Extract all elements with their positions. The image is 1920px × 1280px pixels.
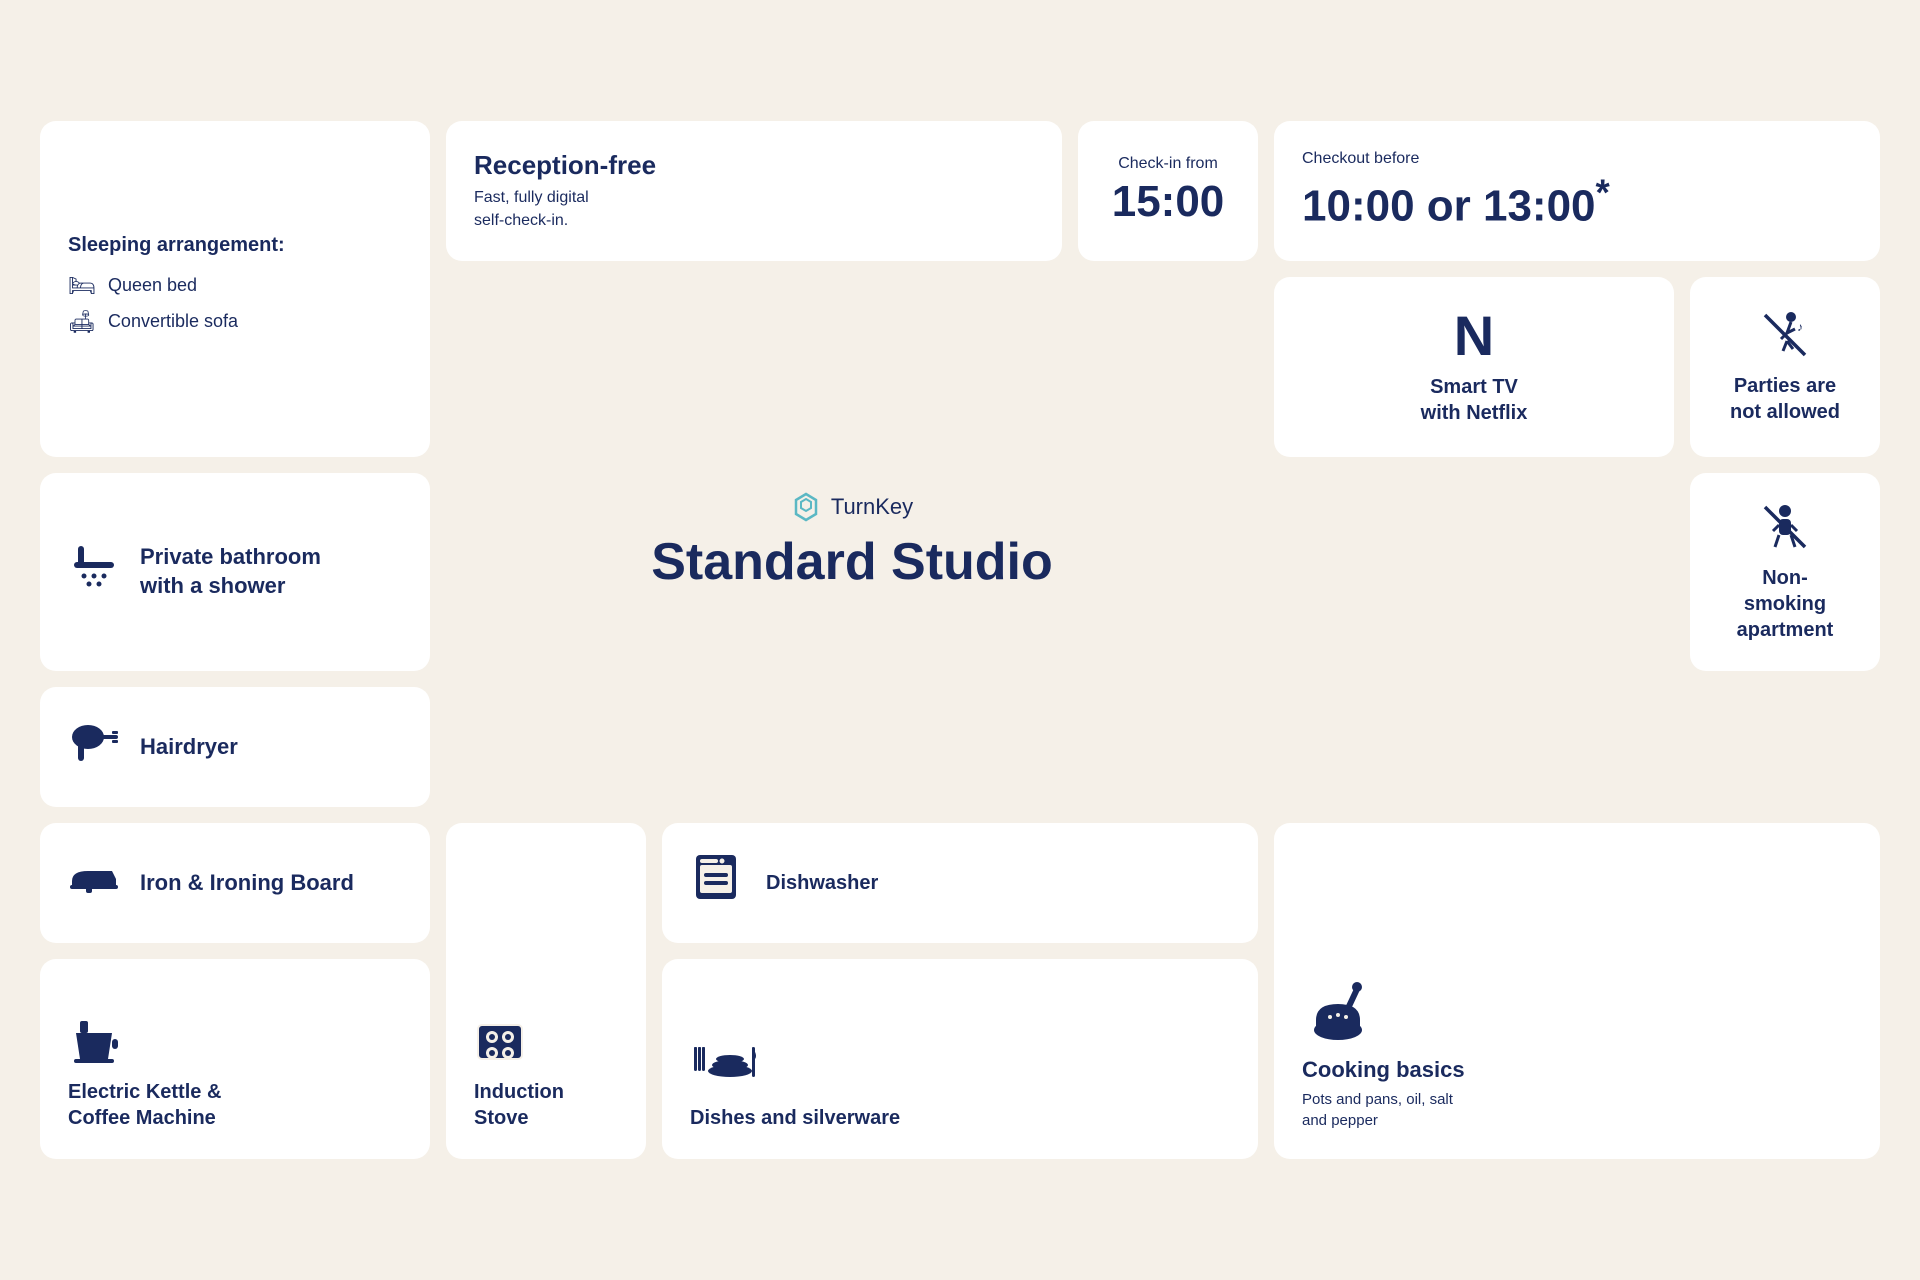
cooking-icon xyxy=(1302,972,1852,1044)
bed-icon: 🛏 xyxy=(68,273,96,299)
cooking-title: Cooking basics xyxy=(1302,1056,1852,1085)
dishwasher-label: Dishwasher xyxy=(766,870,878,896)
hairdryer-card: Hairdryer xyxy=(40,687,430,807)
iron-label: Iron & Ironing Board xyxy=(140,869,354,898)
reception-subtitle: Fast, fully digitalself-check-in. xyxy=(474,187,1034,232)
checkout-time: 10:00 or 13:00* xyxy=(1302,172,1852,232)
stove-label: InductionStove xyxy=(474,1079,618,1131)
stove-card: InductionStove xyxy=(446,823,646,1159)
parties-card: ♪ Parties are not allowed xyxy=(1690,277,1880,457)
kettle-label: Electric Kettle &Coffee Machine xyxy=(68,1079,402,1131)
kettle-icon xyxy=(68,1015,402,1067)
netflix-icon: N xyxy=(1454,308,1494,364)
sofa-icon: 🛋 xyxy=(68,309,96,335)
main-grid: Sleeping arrangement: 🛏 Queen bed 🛋 Conv… xyxy=(40,121,1880,1159)
sleeping-item-queen: 🛏 Queen bed xyxy=(68,273,402,299)
cooking-subtitle: Pots and pans, oil, saltand pepper xyxy=(1302,1089,1852,1131)
sleeping-queen-label: Queen bed xyxy=(108,275,197,296)
reception-title: Reception-free xyxy=(474,150,1034,181)
iron-card: Iron & Ironing Board xyxy=(40,823,430,943)
kettle-card: Electric Kettle &Coffee Machine xyxy=(40,959,430,1159)
hairdryer-icon xyxy=(68,715,120,767)
cooking-card: Cooking basics Pots and pans, oil, salta… xyxy=(1274,823,1880,1159)
checkout-card: Checkout before 10:00 or 13:00* xyxy=(1274,121,1880,261)
hairdryer-label: Hairdryer xyxy=(140,733,238,762)
bathroom-card: Private bathroomwith a shower xyxy=(40,473,430,671)
reception-card: Reception-free Fast, fully digitalself-c… xyxy=(446,121,1062,261)
dishwasher-icon xyxy=(690,851,742,903)
parties-label: Parties are not allowed xyxy=(1718,373,1852,425)
shower-icon xyxy=(68,540,120,592)
nosmoking-label: Non-smokingapartment xyxy=(1737,565,1834,643)
brand-logo: TurnKey xyxy=(791,492,913,522)
dishes-label: Dishes and silverware xyxy=(690,1105,1230,1131)
smarttv-label: Smart TVwith Netflix xyxy=(1421,374,1528,426)
dishes-icon xyxy=(690,1041,1230,1093)
turnkey-logo-icon xyxy=(791,492,821,522)
sleeping-title: Sleeping arrangement: xyxy=(68,234,402,257)
no-smoking-icon xyxy=(1759,501,1811,553)
brand-title: Standard Studio xyxy=(651,532,1053,592)
smarttv-card: N Smart TVwith Netflix xyxy=(1274,277,1674,457)
no-party-icon: ♪ xyxy=(1759,309,1811,361)
svg-text:♪: ♪ xyxy=(1797,320,1803,334)
dishwasher-card: Dishwasher xyxy=(662,823,1258,943)
sleeping-sofa-label: Convertible sofa xyxy=(108,311,238,332)
checkout-label: Checkout before xyxy=(1302,150,1852,168)
checkin-card: Check-in from 15:00 xyxy=(1078,121,1258,261)
brand-name: TurnKey xyxy=(831,494,913,520)
dishes-card: Dishes and silverware xyxy=(662,959,1258,1159)
checkin-time: 15:00 xyxy=(1112,177,1225,227)
bathroom-text: Private bathroomwith a shower xyxy=(140,543,321,600)
sleeping-card: Sleeping arrangement: 🛏 Queen bed 🛋 Conv… xyxy=(40,121,430,457)
stove-icon xyxy=(474,1015,618,1067)
iron-icon xyxy=(68,851,120,903)
sleeping-item-sofa: 🛋 Convertible sofa xyxy=(68,309,402,335)
nosmoking-card: Non-smokingapartment xyxy=(1690,473,1880,671)
checkin-label: Check-in from xyxy=(1118,155,1218,173)
brand-area: TurnKey Standard Studio xyxy=(446,277,1258,807)
